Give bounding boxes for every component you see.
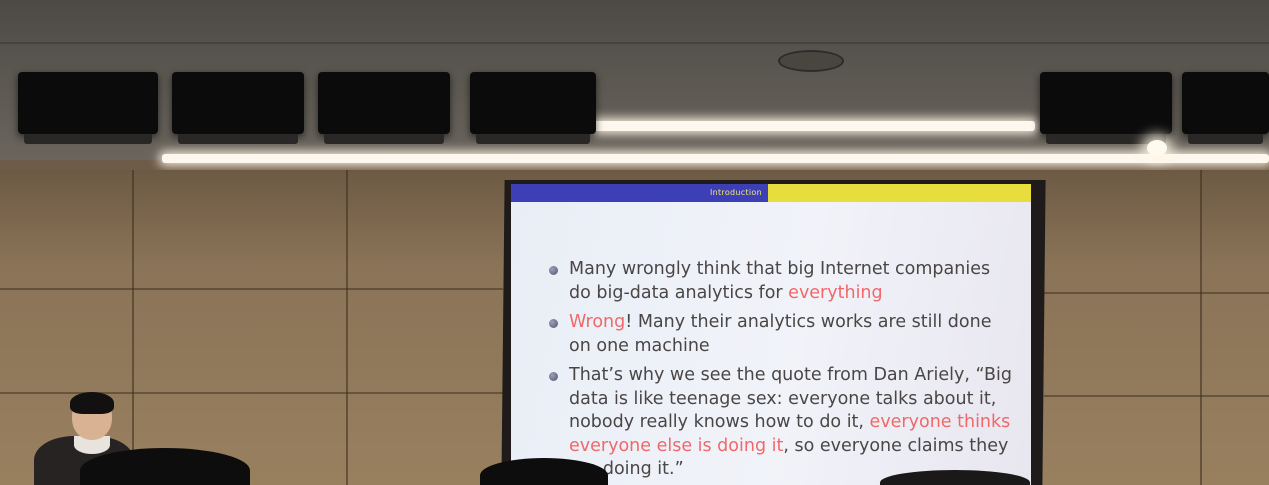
slide-bullet-list: Many wrongly think that big Internet com… — [545, 258, 1015, 485]
slide-bullet: Wrong! Many their analytics works are st… — [545, 311, 1015, 358]
ceiling-speaker-4 — [470, 72, 596, 144]
slide-text: Many wrongly think that big Internet com… — [569, 259, 991, 303]
wall-panel-seam — [1200, 170, 1202, 485]
slide-header-right — [768, 184, 1031, 202]
ceiling-seam — [0, 42, 1269, 44]
bullet-dot-icon — [549, 319, 558, 328]
bullet-dot-icon — [549, 266, 558, 275]
ceiling-spotlight — [1147, 140, 1167, 156]
slide-header-bar: Introduction — [511, 184, 1031, 202]
slide-bullet: Many wrongly think that big Internet com… — [545, 258, 1015, 305]
presenter-hair — [70, 392, 114, 414]
slide-text-highlight: everything — [788, 282, 883, 303]
wall-panel-seam — [0, 392, 503, 394]
wall-panel-seam — [0, 288, 503, 290]
bullet-dot-icon — [549, 372, 558, 381]
projected-slide: Introduction Many wrongly think that big… — [511, 184, 1031, 485]
ceiling-speaker-6 — [1182, 72, 1269, 144]
slide-text: ! Many their analytics works are still d… — [569, 312, 992, 356]
lecture-hall-photo: Introduction Many wrongly think that big… — [0, 0, 1269, 485]
audience-head — [80, 448, 250, 485]
ceiling-speaker-2 — [172, 72, 304, 144]
ceiling-vent — [778, 50, 844, 72]
slide-header-left: Introduction — [511, 184, 768, 202]
audience-head — [480, 458, 608, 485]
wall-panel-seam — [132, 170, 134, 485]
ceiling-speaker-3 — [318, 72, 450, 144]
ceiling-light-strip-lower — [162, 154, 1269, 163]
wall-panel-seam — [346, 170, 348, 485]
slide-bullet: That’s why we see the quote from Dan Ari… — [545, 364, 1015, 482]
wall-panel-seam — [1044, 292, 1269, 294]
ceiling-light-strip-upper — [590, 121, 1035, 131]
slide-text-highlight: Wrong — [569, 312, 626, 332]
slide-section-label: Introduction — [709, 188, 762, 197]
ceiling-speaker-1 — [18, 72, 158, 144]
ceiling-speaker-5 — [1040, 72, 1172, 144]
wall-panel-seam — [1044, 395, 1269, 397]
